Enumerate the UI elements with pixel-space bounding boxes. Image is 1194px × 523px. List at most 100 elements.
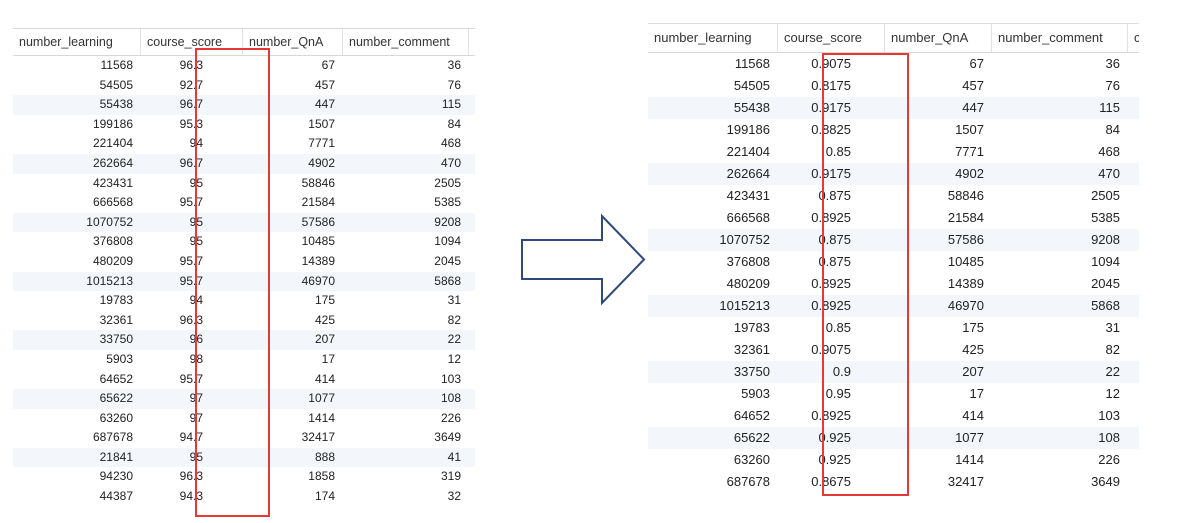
table-row[interactable]: 1070752 0.875 57586 9208 [648, 229, 1139, 251]
number-qna-cell: 32417 [301, 430, 335, 445]
table-row[interactable]: 44387 94.3 174 32 [13, 487, 475, 507]
table-row[interactable]: 63260 0.925 1414 226 [648, 449, 1139, 471]
number-comment-cell: 3649 [434, 430, 461, 445]
number-comment-cell: 2505 [434, 175, 461, 190]
table-row[interactable]: 64652 95.7 414 103 [13, 370, 475, 390]
course-score-cell: 0.8175 [811, 78, 851, 93]
truncated-cell [469, 115, 475, 135]
table-row[interactable]: 1015213 95.7 46970 5868 [13, 271, 475, 292]
number-comment-cell: 108 [1098, 430, 1120, 445]
course-score-cell: 96.7 [179, 155, 203, 170]
number-qna-cell: 21584 [301, 195, 335, 210]
number-qna-cell: 57586 [947, 232, 984, 247]
number-qna-cell: 10485 [947, 254, 984, 269]
truncated-cell [1128, 251, 1139, 273]
table-row[interactable]: 55438 96.7 447 115 [13, 95, 475, 115]
table-row[interactable]: 33750 0.9 207 22 [648, 361, 1139, 383]
header-number-comment[interactable]: number_comment [343, 29, 469, 55]
number-comment-cell: 468 [440, 136, 461, 151]
course-score-cell: 94.7 [179, 430, 203, 445]
number-qna-cell: 447 [962, 100, 984, 115]
table-row[interactable]: 423431 95 58846 2505 [13, 174, 475, 194]
number-learning-cell: 687678 [92, 430, 133, 445]
table-row[interactable]: 199186 0.8825 1507 84 [648, 119, 1139, 141]
number-learning-cell: 1070752 [86, 214, 133, 229]
course-score-cell: 0.9 [832, 364, 851, 379]
table-row[interactable]: 55438 0.9175 447 115 [648, 97, 1139, 119]
truncated-cell [1128, 449, 1139, 471]
table-row[interactable]: 11568 96.3 67 36 [13, 56, 475, 76]
table-row[interactable]: 221404 94 7771 468 [13, 134, 475, 154]
number-learning-cell: 480209 [726, 276, 770, 291]
table-row[interactable]: 262664 96.7 4902 470 [13, 153, 475, 174]
number-comment-cell: 31 [447, 293, 461, 308]
table-row[interactable]: 5903 0.95 17 12 [648, 383, 1139, 405]
table-row[interactable]: 666568 0.8925 21584 5385 [648, 207, 1139, 229]
number-learning-cell: 63260 [99, 410, 133, 425]
course-score-cell: 97 [189, 410, 203, 425]
table-row[interactable]: 687678 0.8675 32417 3649 [648, 471, 1139, 493]
number-learning-cell: 32361 [99, 312, 133, 327]
number-learning-cell: 199186 [92, 116, 133, 131]
course-score-cell: 0.8675 [811, 474, 851, 489]
table-row[interactable]: 1070752 95 57586 9208 [13, 212, 475, 233]
table-row[interactable]: 1015213 0.8925 46970 5868 [648, 295, 1139, 317]
number-comment-cell: 22 [447, 332, 461, 347]
table-row[interactable]: 423431 0.875 58846 2505 [648, 185, 1139, 207]
table-row[interactable]: 376808 95 10485 1094 [13, 232, 475, 252]
number-comment-cell: 115 [1099, 100, 1120, 115]
table-row[interactable]: 64652 0.8925 414 103 [648, 405, 1139, 427]
number-comment-cell: 82 [447, 312, 461, 327]
table-row[interactable]: 21841 95 888 41 [13, 447, 475, 468]
table-row[interactable]: 54505 0.8175 457 76 [648, 75, 1139, 97]
table-row[interactable]: 19783 94 175 31 [13, 291, 475, 311]
table-header: number_learning course_score number_QnA … [13, 29, 475, 56]
table-row[interactable]: 221404 0.85 7771 468 [648, 141, 1139, 163]
table-row[interactable]: 32361 0.9075 425 82 [648, 339, 1139, 361]
course-score-cell: 0.9075 [811, 56, 851, 71]
table-row[interactable]: 19783 0.85 175 31 [648, 317, 1139, 339]
header-number-learning[interactable]: number_learning [13, 29, 141, 55]
number-learning-cell: 33750 [99, 332, 133, 347]
truncated-cell [469, 428, 475, 448]
header-number-comment[interactable]: number_comment [992, 24, 1128, 52]
number-learning-cell: 54505 [733, 78, 770, 93]
table-row[interactable]: 666568 95.7 21584 5385 [13, 193, 475, 213]
table-row[interactable]: 5903 98 17 12 [13, 350, 475, 370]
header-truncated-column[interactable]: c [469, 29, 475, 55]
table-row[interactable]: 480209 0.8925 14389 2045 [648, 273, 1139, 295]
table-row[interactable]: 376808 0.875 10485 1094 [648, 251, 1139, 273]
table-body: 11568 96.3 67 36 54505 92.7 457 76 55438 96.7 447 1… [13, 56, 475, 507]
table-row[interactable]: 54505 92.7 457 76 [13, 76, 475, 96]
table-row[interactable]: 63260 97 1414 226 [13, 409, 475, 429]
table-row[interactable]: 11568 0.9075 67 36 [648, 53, 1139, 75]
truncated-cell [469, 193, 475, 213]
table-row[interactable]: 33750 96 207 22 [13, 330, 475, 350]
table-row[interactable]: 262664 0.9175 4902 470 [648, 163, 1139, 185]
table-row[interactable]: 65622 0.925 1077 108 [648, 427, 1139, 449]
number-qna-cell: 7771 [308, 136, 335, 151]
table-row[interactable]: 480209 95.7 14389 2045 [13, 252, 475, 272]
header-number-qna[interactable]: number_QnA [885, 24, 992, 52]
number-learning-cell: 5903 [106, 351, 133, 366]
number-learning-cell: 687678 [726, 474, 770, 489]
header-number-learning[interactable]: number_learning [648, 24, 778, 52]
table-row[interactable]: 32361 96.3 425 82 [13, 311, 475, 331]
table-row[interactable]: 65622 97 1077 108 [13, 389, 475, 409]
number-qna-cell: 46970 [301, 273, 335, 288]
course-score-cell: 95.7 [179, 273, 203, 288]
table-row[interactable]: 199186 95.3 1507 84 [13, 115, 475, 135]
course-score-cell: 94.3 [179, 489, 203, 504]
number-comment-cell: 2505 [1091, 188, 1120, 203]
header-course-score[interactable]: course_score [778, 24, 885, 52]
table-row[interactable]: 94230 96.3 1858 319 [13, 467, 475, 487]
number-qna-cell: 175 [314, 293, 335, 308]
truncated-cell [469, 370, 475, 390]
header-truncated-column[interactable]: co [1128, 24, 1139, 52]
table-row[interactable]: 687678 94.7 32417 3649 [13, 428, 475, 448]
number-comment-cell: 103 [440, 371, 461, 386]
number-comment-cell: 36 [447, 58, 461, 72]
header-course-score[interactable]: course_score [141, 29, 243, 55]
number-comment-cell: 5385 [434, 195, 461, 210]
header-number-qna[interactable]: number_QnA [243, 29, 343, 55]
